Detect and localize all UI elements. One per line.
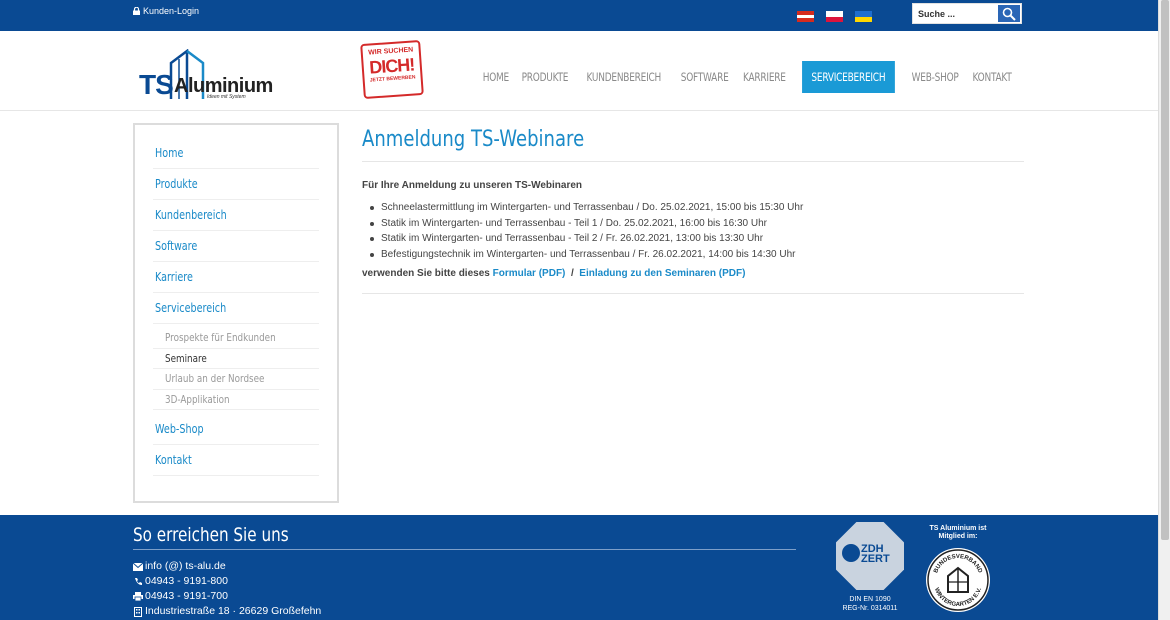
zdh-reg: REG-Nr. 0314011 xyxy=(842,605,898,612)
building-icon xyxy=(133,606,143,617)
austria-flag[interactable] xyxy=(797,11,814,23)
sidebar-subitem-urlaub[interactable]: Urlaub an der Nordsee xyxy=(153,369,319,390)
page-scrollbar[interactable] xyxy=(1158,0,1170,620)
ukraine-flag[interactable] xyxy=(855,11,872,22)
job-stamp-banner[interactable]: WIR SUCHEN DICH! JETZT BEWERBEN xyxy=(360,39,424,100)
zdh-check-icon xyxy=(842,544,860,562)
zdh-caption: DIN EN 1090 REG-Nr. 0314011 xyxy=(833,595,907,613)
list-item: Schneelastermittlung im Wintergarten- un… xyxy=(362,200,1024,216)
logo-ts: TS xyxy=(139,69,174,100)
search-icon xyxy=(1002,7,1016,21)
top-bar: Kunden-Login xyxy=(0,0,1158,31)
footer-title: So erreichen Sie uns xyxy=(133,524,289,546)
sidebar-submenu: Prospekte für Endkunden Seminare Urlaub … xyxy=(153,324,319,414)
list-item: Statik im Wintergarten- und Terrassenbau… xyxy=(362,216,1024,232)
contact-phone[interactable]: 04943 - 9191-800 xyxy=(133,574,321,589)
sidebar-item-servicebereich[interactable]: Servicebereich xyxy=(153,293,319,324)
customer-login-label: Kunden-Login xyxy=(143,6,200,16)
contact-fax: 04943 - 9191-700 xyxy=(133,589,321,604)
sidebar-subitem-seminare[interactable]: Seminare xyxy=(153,349,319,369)
formular-pdf-link[interactable]: Formular (PDF) xyxy=(493,268,566,279)
content-divider xyxy=(362,293,1024,294)
sidebar-item-label: Kontakt xyxy=(155,453,192,467)
phone-icon xyxy=(133,577,143,586)
link-separator: / xyxy=(570,268,574,279)
nav-web-shop[interactable]: WEB-SHOP xyxy=(905,61,964,93)
email-text: info (@) ts-alu.de xyxy=(145,560,226,572)
bundesverband-wintergarten-seal: BUNDESVERBAND WINTERGARTEN E.V. xyxy=(926,548,990,612)
main-navigation: HOME PRODUKTE KUNDENBEREICH SOFTWARE KAR… xyxy=(478,61,1018,93)
nav-kundenbereich[interactable]: KUNDENBEREICH xyxy=(581,61,668,93)
sidebar-item-kontakt[interactable]: Kontakt xyxy=(153,445,319,476)
site-footer: So erreichen Sie uns info (@) ts-alu.de … xyxy=(0,515,1158,620)
search-input[interactable] xyxy=(913,4,997,23)
sidebar-menu: Home Produkte Kundenbereich Software Kar… xyxy=(133,123,339,503)
language-flags xyxy=(797,11,872,23)
nav-kontakt[interactable]: KONTAKT xyxy=(966,61,1018,93)
sidebar-item-kundenbereich[interactable]: Kundenbereich xyxy=(153,200,319,231)
nav-produkte[interactable]: PRODUKTE xyxy=(515,61,574,93)
sidebar-item-produkte[interactable]: Produkte xyxy=(153,169,319,200)
download-line: verwenden Sie bitte dieses Formular (PDF… xyxy=(362,268,1024,279)
sidebar-item-label: Kundenbereich xyxy=(155,208,227,222)
sidebar-subitem-label: Prospekte für Endkunden xyxy=(165,331,276,344)
intro-text: Für Ihre Anmeldung zu unseren TS-Webinar… xyxy=(362,180,583,191)
zdh-zert-badge: ZDH ZERT DIN EN 1090 REG-Nr. 0314011 xyxy=(833,520,907,618)
lock-icon xyxy=(133,7,140,15)
nav-servicebereich[interactable]: SERVICEBEREICH xyxy=(801,61,895,93)
sidebar-item-label: Web-Shop xyxy=(155,422,204,436)
title-divider xyxy=(362,161,1024,162)
sidebar-item-label: Home xyxy=(155,146,184,160)
fax-text: 04943 - 9191-700 xyxy=(145,590,228,602)
zdh-line-2: ZERT xyxy=(861,553,890,565)
sidebar-item-label: Servicebereich xyxy=(155,301,227,315)
contact-info: info (@) ts-alu.de 04943 - 9191-800 0494… xyxy=(133,559,321,619)
sidebar-subitem-label: Seminare xyxy=(165,351,207,365)
contact-address: Industriestraße 18 · 26629 Großefehn xyxy=(133,604,321,619)
membership-text: TS Aluminium ist Mitglied im: xyxy=(929,525,987,540)
address-text: Industriestraße 18 · 26629 Großefehn xyxy=(145,605,322,617)
sidebar-item-label: Karriere xyxy=(155,270,193,284)
poland-flag[interactable] xyxy=(826,11,843,22)
main-content: Anmeldung TS-Webinare Für Ihre Anmeldung… xyxy=(362,123,1024,294)
logo-tagline: Ideen mit System xyxy=(207,94,246,100)
list-item: Befestigungstechnik im Wintergarten- und… xyxy=(362,247,1024,263)
sidebar-subitem-3d-applikation[interactable]: 3D-Applikation xyxy=(153,390,319,410)
envelope-icon xyxy=(133,562,143,571)
sidebar-subitem-label: 3D-Applikation xyxy=(165,392,230,406)
ts-aluminium-logo[interactable]: TS Aluminium Ideen mit System xyxy=(137,49,273,105)
zdh-norm: DIN EN 1090 xyxy=(849,596,891,603)
site-header: TS Aluminium Ideen mit System WIR SUCHEN… xyxy=(0,31,1158,111)
customer-login-link[interactable]: Kunden-Login xyxy=(133,6,199,16)
search-box xyxy=(912,3,1022,24)
contact-email[interactable]: info (@) ts-alu.de xyxy=(133,559,321,574)
sidebar-subitem-prospekte[interactable]: Prospekte für Endkunden xyxy=(153,328,319,349)
zdh-badge-text: ZDH ZERT xyxy=(861,544,890,565)
sidebar-item-label: Software xyxy=(155,239,198,253)
download-prefix: verwenden Sie bitte dieses xyxy=(362,268,490,279)
scrollbar-thumb[interactable] xyxy=(1161,0,1169,540)
footer-divider xyxy=(133,549,796,550)
list-item: Statik im Wintergarten- und Terrassenbau… xyxy=(362,231,1024,247)
nav-karriere[interactable]: KARRIERE xyxy=(737,61,792,93)
sidebar-item-label: Produkte xyxy=(155,177,198,191)
page-title: Anmeldung TS-Webinare xyxy=(362,127,585,152)
einladung-pdf-link[interactable]: Einladung zu den Seminaren (PDF) xyxy=(579,268,745,279)
sidebar-item-web-shop[interactable]: Web-Shop xyxy=(153,414,319,445)
webinar-list: Schneelastermittlung im Wintergarten- un… xyxy=(362,200,1024,262)
sidebar-item-home[interactable]: Home xyxy=(153,138,319,169)
printer-icon xyxy=(133,592,143,601)
nav-home[interactable]: HOME xyxy=(476,61,515,93)
sidebar-item-karriere[interactable]: Karriere xyxy=(153,262,319,293)
nav-software[interactable]: SOFTWARE xyxy=(674,61,734,93)
sidebar-item-software[interactable]: Software xyxy=(153,231,319,262)
phone-text: 04943 - 9191-800 xyxy=(145,575,228,587)
sidebar-subitem-label: Urlaub an der Nordsee xyxy=(165,372,265,385)
search-button[interactable] xyxy=(997,4,1021,23)
